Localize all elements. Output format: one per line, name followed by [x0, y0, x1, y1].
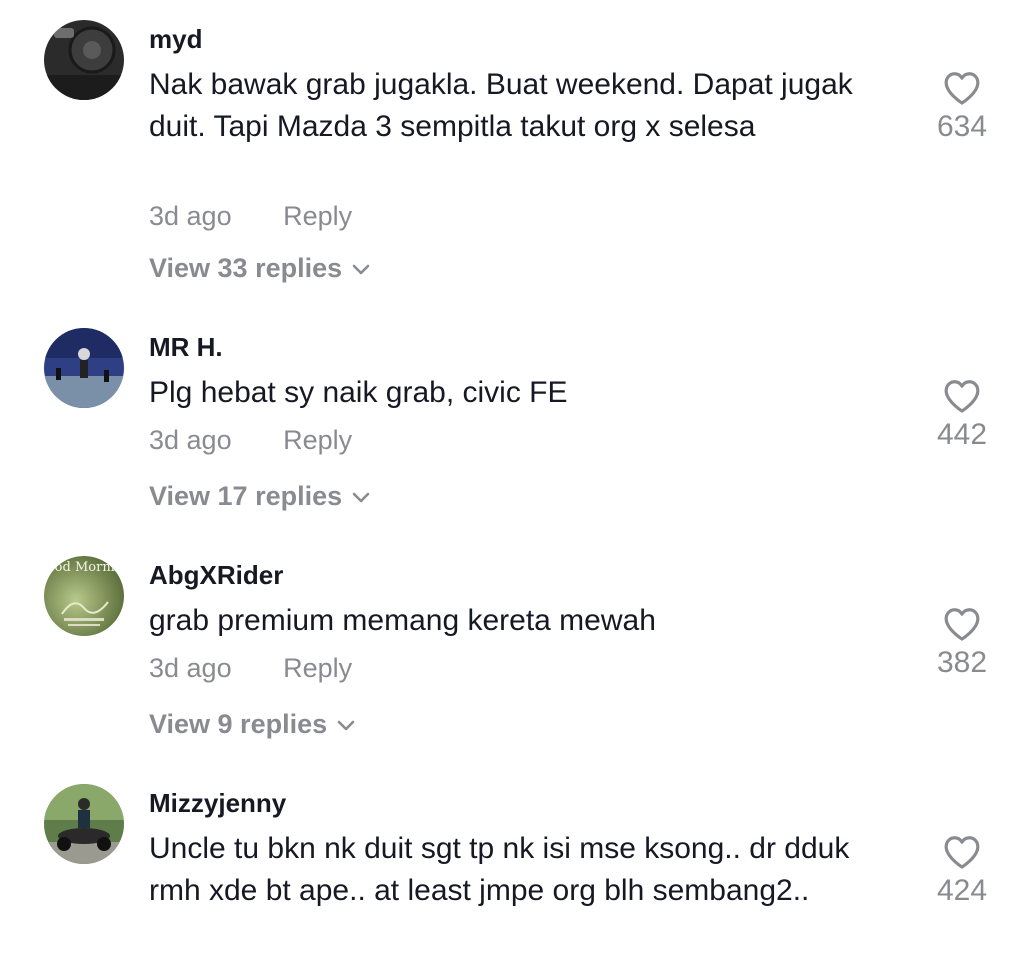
avatar-image	[44, 20, 124, 100]
like-count: 382	[936, 646, 988, 679]
comment-text: grab premium memang kereta mewah	[149, 604, 656, 637]
like-count: 634	[936, 110, 988, 143]
username[interactable]: Mizzyjenny	[149, 788, 286, 819]
view-replies-button[interactable]: View 9 replies	[149, 709, 355, 740]
heart-outline-icon[interactable]	[943, 70, 981, 106]
view-replies-label: View 17 replies	[149, 481, 343, 511]
avatar-image	[44, 328, 124, 408]
avatar-caption: Good Morning	[44, 560, 124, 575]
username[interactable]: myd	[149, 24, 202, 55]
avatar[interactable]	[44, 20, 124, 100]
avatar[interactable]: Good Morning	[44, 556, 124, 636]
comment-meta: 3d ago Reply	[149, 653, 352, 684]
like-button[interactable]: 382	[920, 606, 1004, 680]
timestamp: 3d ago	[149, 201, 232, 231]
comment-text: Nak bawak grab jugakla. Buat weekend. Da…	[149, 68, 853, 143]
heart-outline-icon[interactable]	[943, 834, 981, 870]
comment-meta: 3d ago Reply	[149, 425, 352, 456]
view-replies-button[interactable]: View 33 replies	[149, 253, 370, 284]
reply-button[interactable]: Reply	[283, 653, 352, 683]
chevron-down-icon	[352, 264, 370, 275]
like-button[interactable]: 424	[920, 834, 1004, 908]
reply-button[interactable]: Reply	[283, 425, 352, 455]
chevron-down-icon	[352, 492, 370, 503]
like-count: 442	[936, 418, 988, 451]
reply-button[interactable]: Reply	[283, 201, 352, 231]
timestamp: 3d ago	[149, 425, 232, 455]
comment-text: Uncle tu bkn nk duit sgt tp nk isi mse k…	[149, 832, 850, 907]
username[interactable]: MR H.	[149, 332, 223, 363]
heart-outline-icon[interactable]	[943, 378, 981, 414]
view-replies-label: View 33 replies	[149, 253, 343, 283]
like-count: 424	[936, 874, 988, 907]
comment-text: Plg hebat sy naik grab, civic FE	[149, 376, 568, 409]
like-button[interactable]: 634	[920, 70, 1004, 144]
avatar-image: Good Morning	[44, 556, 124, 636]
comment-meta: 3d ago Reply	[149, 201, 352, 232]
chevron-down-icon	[337, 720, 355, 731]
username[interactable]: AbgXRider	[149, 560, 283, 591]
avatar[interactable]	[44, 784, 124, 864]
timestamp: 3d ago	[149, 653, 232, 683]
avatar[interactable]	[44, 328, 124, 408]
heart-outline-icon[interactable]	[943, 606, 981, 642]
view-replies-button[interactable]: View 17 replies	[149, 481, 370, 512]
avatar-image	[44, 784, 124, 864]
view-replies-label: View 9 replies	[149, 709, 328, 739]
like-button[interactable]: 442	[920, 378, 1004, 452]
